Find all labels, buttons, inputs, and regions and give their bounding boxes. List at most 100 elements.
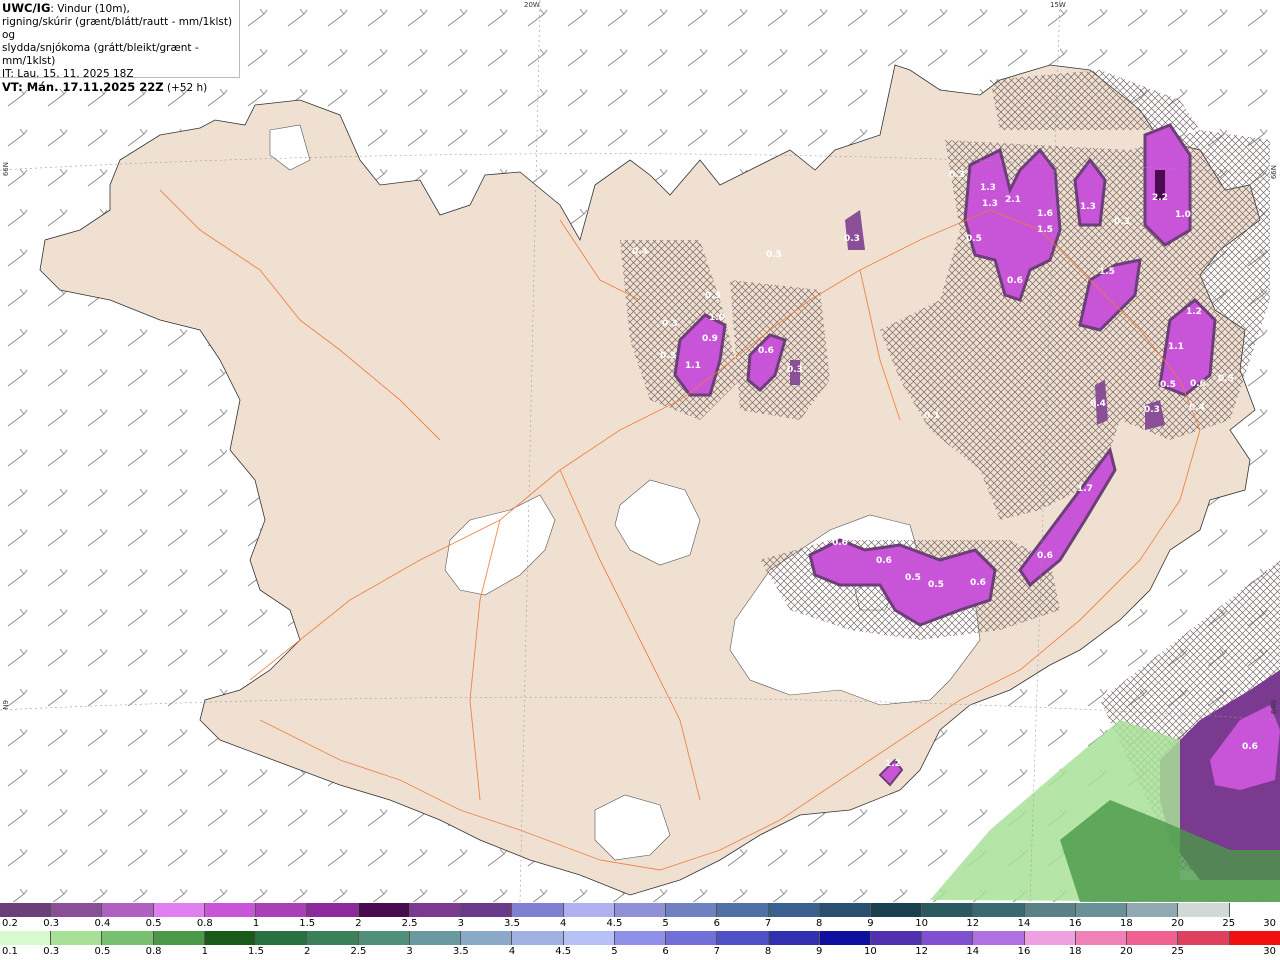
legend-swatch	[666, 931, 718, 945]
legend-value: 0.5	[145, 918, 162, 929]
legend-swatch	[256, 903, 308, 917]
legend-value: 20	[1171, 918, 1184, 929]
legend-swatch	[870, 903, 923, 917]
coord-top-right: 15W	[1050, 1, 1066, 9]
legend-value: 1	[201, 946, 208, 957]
legend-value: 14	[966, 946, 980, 957]
legend-swatch	[153, 931, 205, 945]
legend-value: 18	[1120, 918, 1133, 929]
legend-rain-values: 0.1 0.3 0.5 0.8 1 1.5 2 2.5 3 3.5 4 4.5 5 6 7 8 9 10 12 14 1…	[0, 946, 1280, 958]
legend-swatch	[307, 903, 359, 917]
legend-value: 0.1	[2, 946, 18, 957]
legend-value: 18	[1068, 946, 1082, 957]
legend-swatch	[461, 903, 513, 917]
legend-value: 10	[915, 918, 928, 929]
legend-swatch	[512, 931, 564, 945]
legend-value: 0.2	[2, 918, 18, 929]
legend-swatch	[409, 903, 462, 917]
legend-value: 3.5	[452, 946, 469, 957]
legend-swatch	[922, 903, 974, 917]
legend-swatch	[819, 903, 871, 917]
legend-swatch	[307, 931, 359, 945]
coord-left-lower: N9	[2, 700, 10, 710]
legend-value: 12	[966, 918, 980, 929]
legend-value: 3	[406, 946, 413, 957]
legend-swatch	[922, 931, 974, 945]
legend-swatch	[1075, 903, 1128, 917]
legend-swatch	[614, 903, 667, 917]
legend-swatch	[358, 903, 410, 917]
legend-swatch	[614, 931, 667, 945]
coord-left-upper: 66N	[2, 162, 10, 177]
legend-value: 20	[1120, 946, 1133, 957]
legend-value: 2	[355, 918, 362, 929]
legend-value: 25	[1171, 946, 1184, 957]
legend-swatch	[512, 903, 564, 917]
legend-value: 9	[867, 918, 874, 929]
legend-swatch	[819, 931, 871, 945]
legend-value: 3.5	[504, 918, 520, 929]
legend-swatch	[102, 903, 154, 917]
legend-swatch	[1229, 931, 1280, 945]
legend-swatch	[461, 931, 513, 945]
legend-swatch	[51, 903, 103, 917]
legend-value: 0.8	[196, 918, 213, 929]
legend-swatch	[1127, 931, 1179, 945]
legend-swatch	[1178, 931, 1230, 945]
legend-value: 5	[611, 946, 618, 957]
legend-value: 4	[560, 918, 567, 929]
legend-value: 1	[252, 918, 260, 929]
legend-value: 30	[1263, 918, 1276, 929]
legend-value: 0.5	[94, 946, 111, 957]
title-line-2: rigning/skúrir (grænt/blátt/rautt - mm/1…	[2, 16, 233, 41]
legend-swatch	[1024, 931, 1076, 945]
legend-swatch	[563, 931, 615, 945]
legend-swatch	[204, 931, 257, 945]
legend-value: 4.5	[606, 918, 623, 929]
legend-swatch	[1024, 903, 1076, 917]
legend-value: 30	[1263, 946, 1276, 957]
coord-right-lower: 64N	[1270, 700, 1278, 715]
weather-map	[0, 0, 1280, 902]
legend-value: 6	[662, 946, 669, 957]
legend-value: 1.5	[248, 946, 264, 957]
legend-value: 9	[816, 946, 823, 957]
legend-value: 2	[304, 946, 311, 957]
legend-value: 3	[457, 918, 464, 929]
legend-swatch	[153, 903, 205, 917]
legend-swatch	[1127, 903, 1179, 917]
legend-swatch	[666, 903, 718, 917]
legend-snow-values: 0.2 0.3 0.4 0.5 0.8 1 1.5 2 2.5 3 3.5 4 4.5 5 6 7 8 9 10 12…	[0, 918, 1280, 930]
legend-swatch	[0, 931, 52, 945]
legend-value: 16	[1017, 946, 1031, 957]
legend-swatch	[870, 931, 923, 945]
legend-value: 1.5	[299, 918, 316, 929]
map-title-box: UWC/IG: Vindur (10m), rigning/skúrir (gr…	[0, 0, 240, 94]
legend-value: 0.4	[94, 918, 111, 929]
legend-swatch	[973, 931, 1025, 945]
legend-value: 0.8	[145, 946, 162, 957]
legend-value: 2.5	[401, 918, 418, 929]
legend-value: 5	[662, 918, 669, 929]
legend-swatch	[256, 931, 308, 945]
legend-value: 0.3	[43, 946, 60, 957]
legend-swatch	[1075, 931, 1128, 945]
legend-swatch	[0, 903, 52, 917]
legend-swatch	[102, 931, 154, 945]
legend-swatch	[1229, 903, 1280, 917]
legend-value: 16	[1068, 918, 1082, 929]
legend-value: 14	[1017, 918, 1031, 929]
legend-value: 7	[764, 918, 772, 929]
legend-rain-colorbar	[0, 931, 1280, 945]
legend-swatch	[768, 903, 820, 917]
legend-value: 4.5	[555, 946, 572, 957]
legend-value: 10	[864, 946, 877, 957]
legend-value: 0.3	[43, 918, 60, 929]
legend-value: 12	[915, 946, 928, 957]
title-line-3: slydda/snjókoma (grátt/bleikt/grænt - mm…	[2, 42, 199, 67]
legend-swatch	[563, 903, 615, 917]
legend-value: 7	[713, 946, 720, 957]
legend-swatch	[409, 931, 462, 945]
coord-top-left: 20W	[524, 1, 540, 9]
coord-right-upper: 66N	[1270, 165, 1278, 180]
